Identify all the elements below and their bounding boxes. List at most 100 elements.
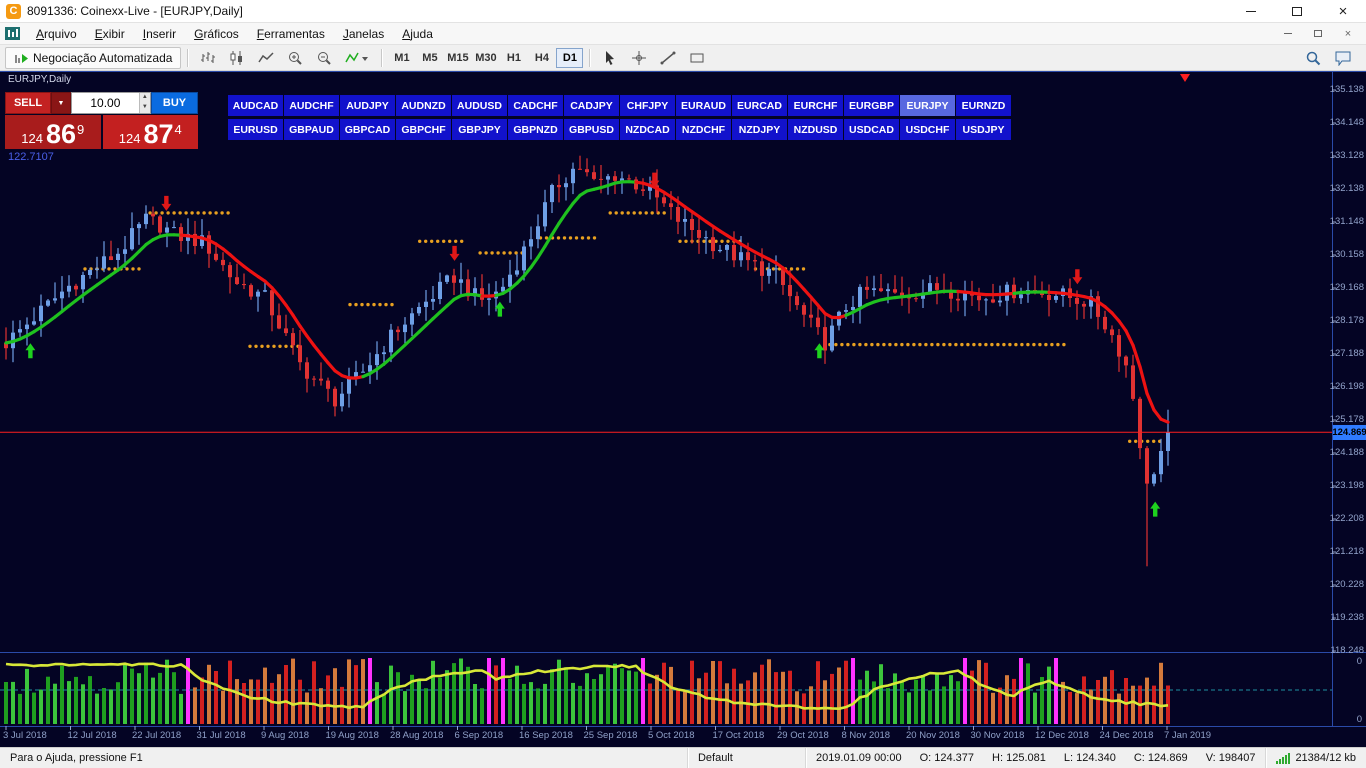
crosshair-button[interactable] — [625, 47, 652, 69]
pair-button-audusd[interactable]: AUDUSD — [452, 95, 507, 116]
pair-button-eurgbp[interactable]: EURGBP — [844, 95, 899, 116]
pair-button-gbpchf[interactable]: GBPCHF — [396, 119, 451, 140]
sell-button[interactable]: SELL — [5, 92, 51, 114]
minimize-button[interactable] — [1228, 0, 1274, 22]
pair-button-gbpaud[interactable]: GBPAUD — [284, 119, 339, 140]
pair-button-audnzd[interactable]: AUDNZD — [396, 95, 451, 116]
price-axis-label: 120.228 — [1329, 579, 1364, 590]
auto-trading-button[interactable]: Negociação Automatizada — [5, 46, 182, 69]
pair-button-gbpjpy[interactable]: GBPJPY — [452, 119, 507, 140]
chat-bubble-icon — [1335, 51, 1351, 66]
time-axis[interactable]: 3 Jul 2018 12 Jul 2018 22 Jul 2018 31 Jul 2… — [0, 729, 1332, 745]
timeframe-h4-button[interactable]: H4 — [528, 48, 555, 68]
pair-button-usdcad[interactable]: USDCAD — [844, 119, 899, 140]
toolbar-separator — [589, 48, 591, 67]
pair-button-nzdusd[interactable]: NZDUSD — [788, 119, 843, 140]
date-axis-label: 7 Jan 2019 — [1164, 730, 1212, 741]
community-chat-button[interactable] — [1330, 47, 1357, 69]
pair-button-gbpusd[interactable]: GBPUSD — [564, 119, 619, 140]
pair-button-gbpnzd[interactable]: GBPNZD — [508, 119, 563, 140]
timeframe-m5-button[interactable]: M5 — [416, 48, 443, 68]
chevron-down-icon: ▼ — [57, 99, 65, 107]
pair-button-nzdcad[interactable]: NZDCAD — [620, 119, 675, 140]
crosshair-icon — [631, 50, 646, 65]
pair-button-cadjpy[interactable]: CADJPY — [564, 95, 619, 116]
child-restore-button[interactable] — [1308, 26, 1328, 42]
buy-price-display[interactable]: 124 87 4 — [102, 115, 198, 149]
trendline-button[interactable] — [654, 47, 681, 69]
maximize-icon — [1292, 6, 1302, 16]
timeframe-d1-button[interactable]: D1 — [556, 47, 584, 68]
menu-exibir[interactable]: Exibir — [86, 24, 134, 44]
sell-price-display[interactable]: 124 86 9 — [5, 115, 101, 149]
close-button[interactable]: × — [1320, 0, 1366, 22]
volume-decrease-button[interactable]: ▼ — [139, 103, 150, 113]
price-axis-label: 130.158 — [1329, 249, 1364, 260]
timeframe-m1-button[interactable]: M1 — [388, 48, 415, 68]
status-profile[interactable]: Default — [686, 748, 805, 768]
bar-chart-button[interactable] — [194, 47, 221, 69]
trade-options-dropdown[interactable]: ▼ — [51, 92, 71, 114]
buy-price-pip: 4 — [174, 122, 182, 137]
menu-arquivo[interactable]: Arquivo — [27, 24, 86, 44]
status-close: C: 124.869 — [1133, 752, 1188, 764]
timeframe-h1-button[interactable]: H1 — [500, 48, 527, 68]
pair-button-eurchf[interactable]: EURCHF — [788, 95, 843, 116]
pair-button-euraud[interactable]: EURAUD — [676, 95, 731, 116]
sell-price-big: 86 — [45, 119, 76, 149]
pair-button-eurcad[interactable]: EURCAD — [732, 95, 787, 116]
menu-ferramentas[interactable]: Ferramentas — [248, 24, 334, 44]
auto-trading-icon — [15, 53, 28, 63]
volume-increase-button[interactable]: ▲ — [139, 93, 150, 103]
pair-button-gbpcad[interactable]: GBPCAD — [340, 119, 395, 140]
indicator-zero-label-bottom: 0 — [1356, 714, 1362, 725]
menu-ajuda[interactable]: Ajuda — [393, 24, 442, 44]
child-close-button[interactable]: × — [1338, 26, 1358, 42]
maximize-button[interactable] — [1274, 0, 1320, 22]
indicators-button[interactable] — [339, 47, 375, 69]
menu-gráficos[interactable]: Gráficos — [185, 24, 248, 44]
rectangle-shape-icon — [690, 53, 704, 62]
pair-button-eurnzd[interactable]: EURNZD — [956, 95, 1011, 116]
cursor-button[interactable] — [596, 47, 623, 69]
pair-button-usdjpy[interactable]: USDJPY — [956, 119, 1011, 140]
pair-button-eurusd[interactable]: EURUSD — [228, 119, 283, 140]
price-chart-canvas[interactable] — [0, 71, 1366, 747]
zoom-in-button[interactable] — [281, 47, 308, 69]
pair-button-audjpy[interactable]: AUDJPY — [340, 95, 395, 116]
pair-button-cadchf[interactable]: CADCHF — [508, 95, 563, 116]
trendline-icon — [660, 51, 676, 64]
shapes-button[interactable] — [683, 47, 710, 69]
price-axis-label: 125.178 — [1329, 414, 1364, 425]
search-icon — [1306, 51, 1320, 65]
pair-button-audchf[interactable]: AUDCHF — [284, 95, 339, 116]
menu-janelas[interactable]: Janelas — [334, 24, 393, 44]
search-symbol-button[interactable] — [1299, 47, 1326, 69]
volume-input-wrap: ▲ ▼ — [71, 92, 151, 114]
cursor-icon — [605, 50, 614, 65]
timeframe-m15-button[interactable]: M15 — [444, 48, 471, 68]
menu-items: Arquivo Exibir Inserir Gráficos Ferramentas J… — [27, 25, 442, 43]
status-bar-data: 2019.01.09 00:00 O: 124.377 H: 125.081 L… — [804, 748, 1265, 768]
buy-button[interactable]: BUY — [151, 92, 198, 114]
menu-bar: Arquivo Exibir Inserir Gráficos Ferramentas J… — [0, 23, 1366, 45]
pair-button-audcad[interactable]: AUDCAD — [228, 95, 283, 116]
candlestick-chart-button[interactable] — [223, 47, 250, 69]
zoom-out-button[interactable] — [310, 47, 337, 69]
pair-button-nzdjpy[interactable]: NZDJPY — [732, 119, 787, 140]
volume-input[interactable] — [72, 93, 139, 113]
pair-button-chfjpy[interactable]: CHFJPY — [620, 95, 675, 116]
pair-button-usdchf[interactable]: USDCHF — [900, 119, 955, 140]
pair-button-eurjpy[interactable]: EURJPY — [900, 95, 955, 116]
line-chart-button[interactable] — [252, 47, 279, 69]
child-minimize-button[interactable] — [1278, 26, 1298, 42]
candlestick-chart-icon — [230, 50, 242, 65]
chart-area[interactable]: EURJPY,Daily 122.7107 SELL ▼ ▲ ▼ BUY 124… — [0, 71, 1366, 747]
menu-inserir[interactable]: Inserir — [134, 24, 185, 44]
status-volume: V: 198407 — [1205, 752, 1256, 764]
indicators-icon — [345, 52, 369, 62]
timeframe-m30-button[interactable]: M30 — [472, 48, 499, 68]
date-axis-label: 5 Oct 2018 — [648, 730, 695, 741]
price-axis[interactable]: 135.138 134.148 133.128 132.138 131.148 130.1… — [1330, 71, 1365, 747]
pair-button-nzdchf[interactable]: NZDCHF — [676, 119, 731, 140]
